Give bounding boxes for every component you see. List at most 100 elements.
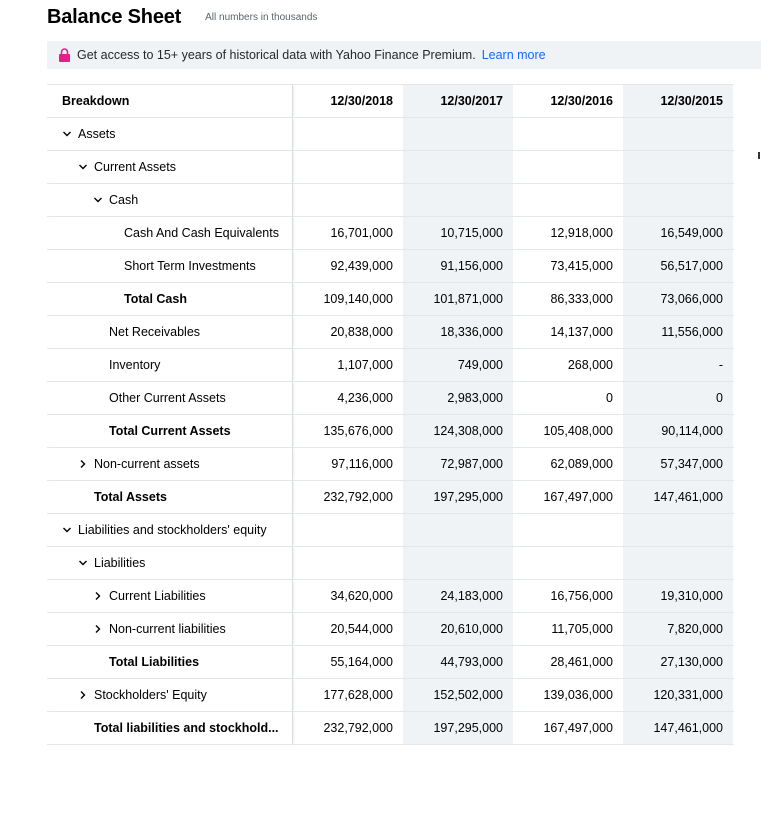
value-cell: 232,792,000 bbox=[323, 721, 393, 735]
table-row[interactable]: Stockholders' Equity 177,628,000 152,502,0… bbox=[47, 678, 734, 711]
value-cell: 147,461,000 bbox=[623, 712, 733, 744]
row-label-cell: Total Cash bbox=[47, 283, 293, 315]
value-cell bbox=[403, 514, 513, 546]
value-cell bbox=[403, 151, 513, 183]
table-row[interactable]: Current Liabilities 34,620,000 24,183,000 1… bbox=[47, 579, 734, 612]
table-row: Other Current Assets 4,236,000 2,983,000 0 0 bbox=[47, 381, 734, 414]
table-row: Total liabilities and stockhold... 232,79… bbox=[47, 711, 734, 744]
row-label-cell: Total Assets bbox=[47, 481, 293, 513]
date-column-header: 12/30/2015 bbox=[623, 85, 733, 117]
learn-more-link[interactable]: Learn more bbox=[482, 48, 546, 62]
value-cell bbox=[513, 118, 623, 150]
value-cell: 97,116,000 bbox=[331, 457, 393, 471]
value-cell bbox=[623, 514, 733, 546]
value-cell: 0 bbox=[606, 391, 613, 405]
value-cell bbox=[623, 118, 733, 150]
row-label: Stockholders' Equity bbox=[94, 688, 207, 702]
table-row: Total Current Assets 135,676,000 124,308,0… bbox=[47, 414, 734, 447]
value-cell: - bbox=[623, 349, 733, 381]
value-cell: 4,236,000 bbox=[337, 391, 393, 405]
table-row[interactable]: Assets bbox=[47, 117, 734, 150]
table-row[interactable]: Liabilities and stockholders' equity bbox=[47, 513, 734, 546]
value-cell: 11,556,000 bbox=[623, 316, 733, 348]
row-label: Current Liabilities bbox=[109, 589, 206, 603]
row-label-cell: Short Term Investments bbox=[47, 250, 293, 282]
value-cell: 12,918,000 bbox=[550, 226, 613, 240]
value-cell: 2,983,000 bbox=[403, 382, 513, 414]
value-cell bbox=[403, 547, 513, 579]
value-cell: 55,164,000 bbox=[330, 655, 393, 669]
page-title: Balance Sheet bbox=[47, 6, 182, 28]
value-cell: 749,000 bbox=[403, 349, 513, 381]
row-label-cell: Total liabilities and stockhold... bbox=[47, 712, 293, 744]
table-row: Total Liabilities 55,164,000 44,793,000 28,… bbox=[47, 645, 734, 678]
value-cell: 56,517,000 bbox=[623, 250, 733, 282]
scrollbar-fragment bbox=[758, 152, 760, 159]
row-label-cell: Non-current assets bbox=[47, 448, 293, 480]
table-header-row: Breakdown 12/30/2018 12/30/2017 12/30/20… bbox=[47, 84, 734, 117]
row-label: Total Assets bbox=[94, 490, 167, 504]
value-cell: 167,497,000 bbox=[543, 490, 613, 504]
value-cell: 7,820,000 bbox=[623, 613, 733, 645]
row-label-cell: Other Current Assets bbox=[47, 382, 293, 414]
value-cell: 20,610,000 bbox=[403, 613, 513, 645]
table-row[interactable]: Current Assets bbox=[47, 150, 734, 183]
value-cell: 120,331,000 bbox=[623, 679, 733, 711]
premium-banner: Get access to 15+ years of historical da… bbox=[47, 41, 761, 69]
chevron-down-icon[interactable] bbox=[62, 130, 76, 138]
value-cell: 124,308,000 bbox=[403, 415, 513, 447]
value-cell: 24,183,000 bbox=[403, 580, 513, 612]
chevron-down-icon[interactable] bbox=[93, 196, 107, 204]
value-cell: 92,439,000 bbox=[330, 259, 393, 273]
row-label: Short Term Investments bbox=[124, 259, 256, 273]
row-label: Total Liabilities bbox=[109, 655, 200, 669]
value-cell: 232,792,000 bbox=[323, 490, 393, 504]
chevron-right-icon[interactable] bbox=[93, 591, 107, 601]
table-row[interactable]: Non-current assets 97,116,000 72,987,000 62… bbox=[47, 447, 734, 480]
value-cell bbox=[513, 151, 623, 183]
value-cell bbox=[293, 151, 403, 183]
row-label-cell: Cash And Cash Equivalents bbox=[47, 217, 293, 249]
date-column-header: 12/30/2018 bbox=[330, 94, 393, 108]
value-cell: 1,107,000 bbox=[337, 358, 393, 372]
chevron-right-icon[interactable] bbox=[78, 690, 92, 700]
row-label: Cash bbox=[109, 193, 139, 207]
value-cell bbox=[293, 118, 403, 150]
chevron-right-icon[interactable] bbox=[78, 459, 92, 469]
value-cell bbox=[513, 184, 623, 216]
value-cell bbox=[513, 514, 623, 546]
row-label: Net Receivables bbox=[109, 325, 201, 339]
date-column-header: 12/30/2017 bbox=[403, 85, 513, 117]
value-cell: 177,628,000 bbox=[323, 688, 393, 702]
table-row[interactable]: Cash bbox=[47, 183, 734, 216]
value-cell bbox=[293, 547, 403, 579]
row-label: Cash And Cash Equivalents bbox=[124, 226, 279, 240]
row-label: Total liabilities and stockhold... bbox=[94, 721, 279, 735]
value-cell: 44,793,000 bbox=[403, 646, 513, 678]
value-cell: 28,461,000 bbox=[550, 655, 613, 669]
row-label-cell: Assets bbox=[47, 118, 293, 150]
row-label-cell: Total Current Assets bbox=[47, 415, 293, 447]
balance-sheet-table: Breakdown 12/30/2018 12/30/2017 12/30/20… bbox=[47, 84, 734, 745]
table-row[interactable]: Liabilities bbox=[47, 546, 734, 579]
value-cell: 105,408,000 bbox=[543, 424, 613, 438]
value-cell bbox=[623, 184, 733, 216]
value-cell: 268,000 bbox=[567, 358, 613, 372]
value-cell: 16,549,000 bbox=[623, 217, 733, 249]
value-cell: 27,130,000 bbox=[623, 646, 733, 678]
row-label: Non-current liabilities bbox=[109, 622, 226, 636]
table-row[interactable]: Non-current liabilities 20,544,000 20,610,… bbox=[47, 612, 734, 645]
chevron-right-icon[interactable] bbox=[93, 624, 107, 634]
table-row: Total Cash 109,140,000 101,871,000 86,333,0… bbox=[47, 282, 734, 315]
value-cell: 90,114,000 bbox=[623, 415, 733, 447]
chevron-down-icon[interactable] bbox=[62, 526, 76, 534]
row-label: Assets bbox=[78, 127, 116, 141]
value-cell bbox=[293, 514, 403, 546]
chevron-down-icon[interactable] bbox=[78, 163, 92, 171]
value-cell: 91,156,000 bbox=[403, 250, 513, 282]
value-cell: 34,620,000 bbox=[330, 589, 393, 603]
value-cell: 0 bbox=[623, 382, 733, 414]
value-cell: 18,336,000 bbox=[403, 316, 513, 348]
premium-banner-text: Get access to 15+ years of historical da… bbox=[77, 48, 476, 62]
chevron-down-icon[interactable] bbox=[78, 559, 92, 567]
